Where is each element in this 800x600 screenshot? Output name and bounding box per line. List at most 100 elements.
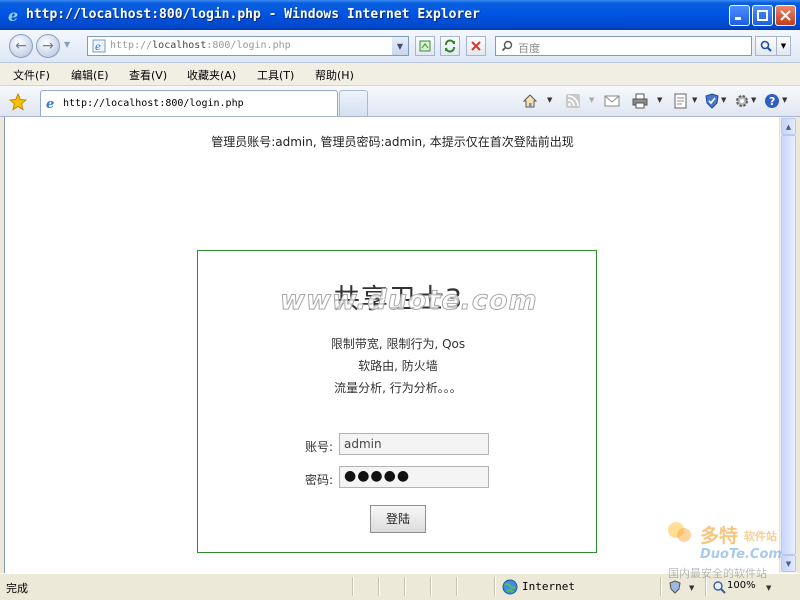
stop-button[interactable]: [466, 36, 486, 56]
protected-dropdown-icon[interactable]: ▼: [689, 584, 694, 592]
close-button[interactable]: [775, 5, 796, 26]
dropdown-arrow-icon: ▼: [396, 41, 404, 51]
protected-mode-icon[interactable]: [668, 580, 682, 594]
globe-icon: [502, 579, 518, 595]
page-menu-icon[interactable]: [673, 93, 689, 109]
scroll-up-button[interactable]: ▲: [781, 118, 796, 135]
status-divider: [456, 577, 458, 596]
menu-favorites[interactable]: 收藏夹(A): [187, 67, 236, 83]
status-divider: [494, 577, 496, 596]
print-dropdown-icon[interactable]: ▼: [657, 96, 662, 104]
account-label: 账号:: [305, 440, 334, 454]
vertical-scrollbar[interactable]: ▲ ▼: [779, 117, 796, 573]
menu-view[interactable]: 查看(V): [129, 67, 167, 83]
page-icon: e: [92, 39, 106, 53]
new-tab-button[interactable]: [339, 90, 368, 116]
watermark-text: www.duote.com: [280, 285, 538, 317]
address-toolbar: ← → ▼ e http://localhost:800/login.php ▼: [0, 30, 800, 63]
status-divider: [352, 577, 354, 596]
refresh-icon: [445, 39, 455, 53]
menu-tools[interactable]: 工具(T): [257, 67, 294, 83]
login-panel: 共享卫士3 www.duote.com 限制带宽, 限制行为, Qos 软路由,…: [197, 250, 597, 553]
address-path: :800/login.php: [206, 40, 291, 51]
window-title: http://localhost:800/login.php - Windows…: [26, 7, 480, 22]
tab-toolbar: e http://localhost:800/login.php ▼ ▼ ▼ ▼…: [0, 86, 800, 117]
close-icon: [780, 10, 791, 21]
scroll-up-icon: ▲: [785, 122, 792, 131]
back-button[interactable]: ←: [9, 34, 33, 58]
favorites-star-icon[interactable]: [9, 93, 27, 111]
site-watermark: 多特 软件站 DuoTe.Com 国内最安全的软件站: [666, 520, 792, 580]
watermark-slogan: 国内最安全的软件站: [668, 567, 767, 580]
duote-logo-icon: [668, 522, 691, 542]
minimize-button[interactable]: [729, 5, 750, 26]
maximize-button[interactable]: [752, 5, 773, 26]
refresh-button[interactable]: [440, 36, 460, 56]
address-input[interactable]: e http://localhost:800/login.php: [87, 36, 409, 56]
menu-help[interactable]: 帮助(H): [315, 67, 354, 83]
tools-gear-icon[interactable]: [734, 93, 750, 109]
help-dropdown-icon[interactable]: ▼: [782, 96, 787, 104]
search-options-button[interactable]: ▼: [777, 36, 791, 56]
safety-dropdown-icon[interactable]: ▼: [721, 96, 726, 104]
search-button[interactable]: [755, 36, 777, 56]
forward-button[interactable]: →: [36, 34, 60, 58]
history-dropdown-icon[interactable]: ▼: [64, 40, 70, 49]
search-options-icon: ▼: [780, 42, 787, 50]
svg-text:e: e: [8, 7, 18, 23]
maximize-icon: [757, 10, 768, 21]
svg-text:e: e: [95, 42, 101, 53]
tab-label: http://localhost:800/login.php: [63, 98, 244, 109]
zoom-level[interactable]: 100%: [727, 580, 756, 591]
status-divider: [378, 577, 380, 596]
page-dropdown-icon[interactable]: ▼: [692, 96, 697, 104]
feeds-dropdown-icon[interactable]: ▼: [589, 96, 594, 104]
tab-page-icon: e: [46, 97, 54, 110]
address-dropdown-button[interactable]: ▼: [392, 37, 408, 55]
watermark-brand: 多特: [700, 525, 739, 547]
watermark-site: DuoTe.Com: [700, 547, 782, 562]
password-input[interactable]: ●●●●●: [339, 466, 489, 488]
home-icon[interactable]: [522, 93, 538, 109]
compatibility-button[interactable]: [415, 36, 435, 56]
tab-login-page[interactable]: e http://localhost:800/login.php: [40, 90, 338, 116]
stop-icon: [471, 41, 481, 51]
menu-bar: 文件(F) 编辑(E) 查看(V) 收藏夹(A) 工具(T) 帮助(H): [0, 63, 800, 86]
zoom-icon[interactable]: [712, 580, 726, 594]
status-divider: [404, 577, 406, 596]
menu-edit[interactable]: 编辑(E): [71, 67, 109, 83]
svg-text:?: ?: [769, 95, 775, 108]
feeds-icon[interactable]: [565, 93, 581, 109]
home-dropdown-icon[interactable]: ▼: [547, 96, 552, 104]
feature-line-3: 流量分析, 行为分析。。。: [334, 381, 462, 395]
feature-line-2: 软路由, 防火墙: [358, 359, 438, 373]
feature-line-1: 限制带宽, 限制行为, Qos: [330, 337, 466, 351]
title-bar: e http://localhost:800/login.php - Windo…: [0, 0, 800, 30]
compatibility-icon: [419, 40, 431, 52]
mail-icon[interactable]: [604, 93, 620, 109]
search-magnifier-icon: [501, 40, 513, 52]
status-divider: [430, 577, 432, 596]
menu-file[interactable]: 文件(F): [13, 67, 50, 83]
password-label: 密码:: [305, 473, 334, 487]
print-icon[interactable]: [632, 93, 648, 109]
address-prefix: http://: [110, 40, 153, 51]
page-content: 管理员账号:admin, 管理员密码:admin, 本提示仅在首次登陆前出现 共…: [4, 117, 779, 573]
status-text: 完成: [6, 582, 28, 595]
back-arrow-icon: ←: [15, 38, 27, 54]
tools-dropdown-icon[interactable]: ▼: [751, 96, 756, 104]
safety-icon[interactable]: [704, 93, 720, 109]
ie-window: e http://localhost:800/login.php - Windo…: [0, 0, 800, 600]
search-input[interactable]: 百度: [495, 36, 752, 56]
login-button[interactable]: 登陆: [370, 505, 426, 533]
account-input[interactable]: admin: [339, 433, 489, 455]
status-divider: [660, 577, 662, 596]
security-zone: Internet: [522, 580, 575, 593]
minimize-icon: [735, 17, 741, 20]
zoom-dropdown-icon[interactable]: ▼: [766, 584, 771, 592]
search-icon: [760, 40, 772, 52]
scroll-thumb[interactable]: [781, 135, 796, 555]
search-placeholder: 百度: [518, 42, 540, 55]
help-icon[interactable]: ?: [764, 93, 780, 109]
forward-arrow-icon: →: [42, 38, 54, 54]
